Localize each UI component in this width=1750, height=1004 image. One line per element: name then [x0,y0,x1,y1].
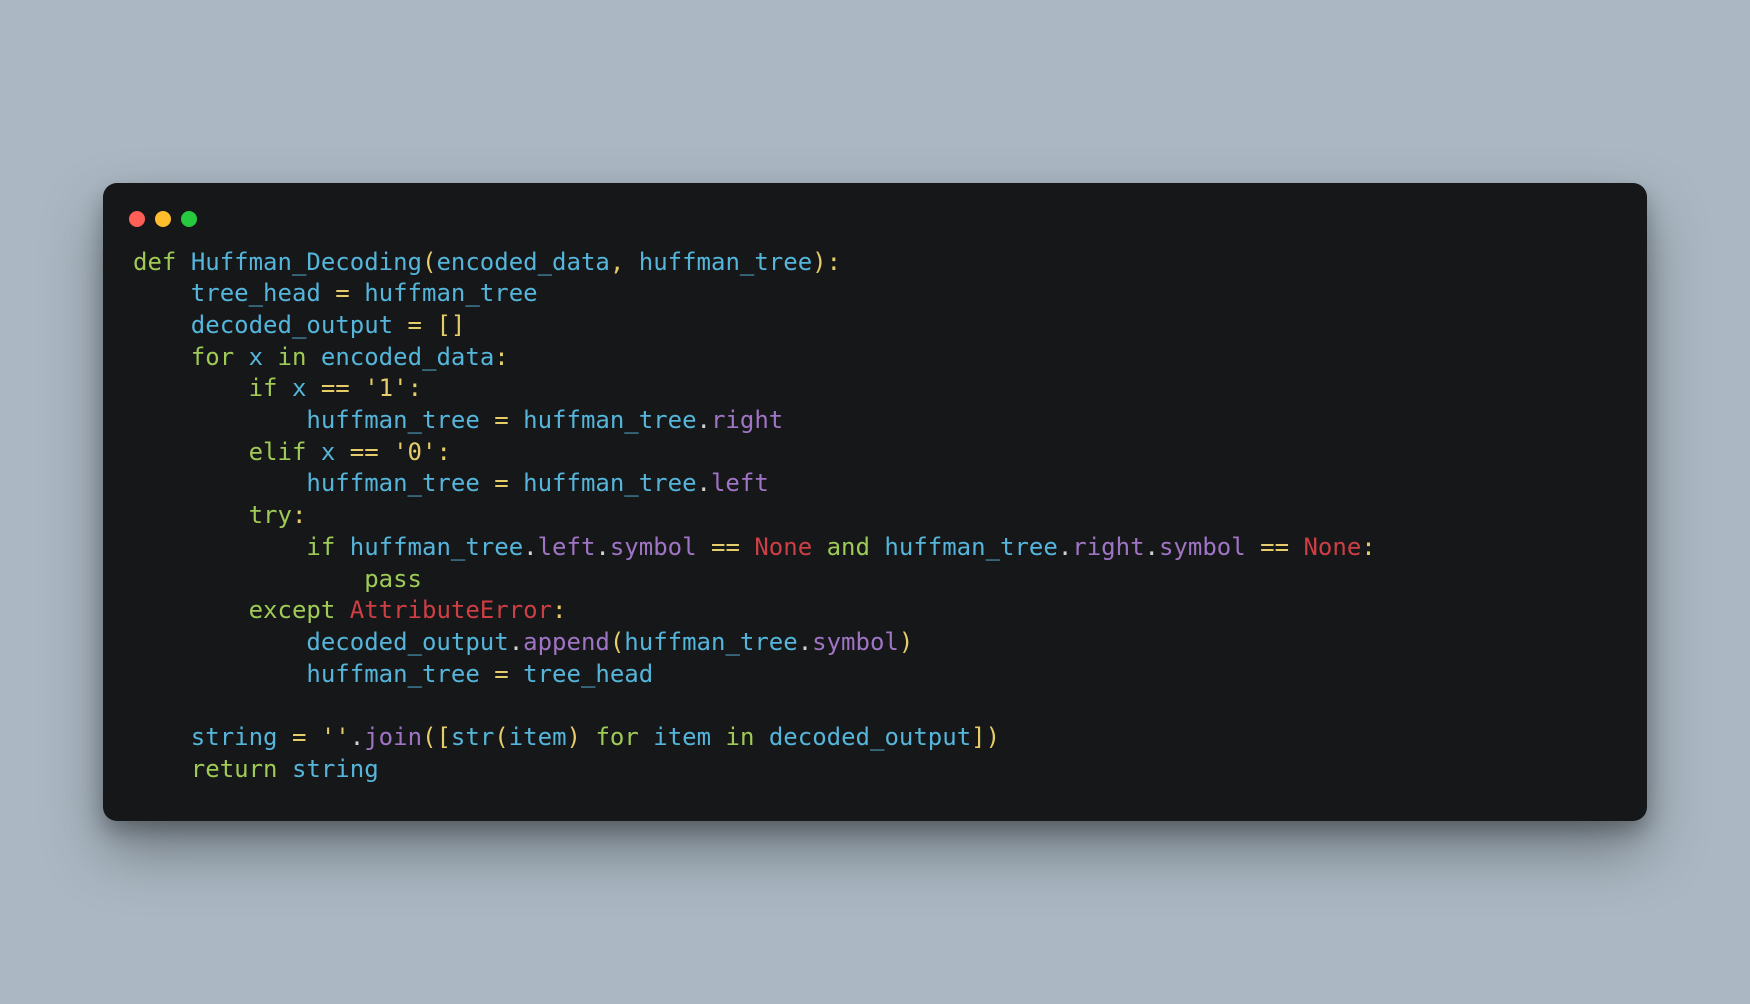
keyword-try: try [249,501,292,529]
keyword-and: and [827,533,870,561]
code-window: def Huffman_Decoding(encoded_data, huffm… [103,183,1647,821]
string-literal: '1' [364,374,407,402]
none-literal: None [1303,533,1361,561]
keyword-except: except [249,596,336,624]
function-name: Huffman_Decoding [191,248,422,276]
str-fn: str [451,723,494,751]
keyword-return: return [191,755,278,783]
attr-right: right [711,406,783,434]
keyword-def: def [133,248,176,276]
attr-join: join [364,723,422,751]
keyword-in: in [278,343,307,371]
traffic-light-minimize-icon[interactable] [155,211,171,227]
string-literal: '0' [393,438,436,466]
attr-left: left [711,469,769,497]
keyword-if: if [249,374,278,402]
param-1: encoded_data [436,248,609,276]
window-titlebar [103,207,1647,247]
exception-name: AttributeError [350,596,552,624]
traffic-light-close-icon[interactable] [129,211,145,227]
keyword-elif: elif [249,438,307,466]
param-2: huffman_tree [639,248,812,276]
none-literal: None [754,533,812,561]
traffic-light-zoom-icon[interactable] [181,211,197,227]
keyword-for: for [191,343,234,371]
keyword-pass: pass [364,565,422,593]
attr-append: append [523,628,610,656]
code-block: def Huffman_Decoding(encoded_data, huffm… [103,247,1647,785]
